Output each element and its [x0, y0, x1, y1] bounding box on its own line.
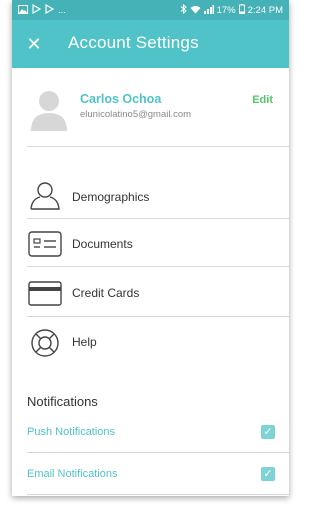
close-button[interactable]: ✕ — [22, 32, 46, 56]
divider — [27, 218, 289, 219]
menu-item-documents[interactable]: Documents — [12, 223, 289, 267]
menu-item-label: Credit Cards — [72, 286, 140, 300]
profile-email: elunicolatino5@gmail.com — [80, 109, 192, 120]
wifi-icon — [190, 5, 201, 17]
play-store-icon — [32, 3, 42, 17]
credit-card-icon — [28, 279, 62, 309]
edit-profile-button[interactable]: Edit — [252, 94, 273, 106]
battery-percent: 17% — [216, 5, 236, 16]
person-outline-icon — [28, 181, 62, 211]
divider — [27, 452, 289, 453]
menu-item-demographics[interactable]: Demographics — [12, 176, 289, 220]
play-store-icon — [45, 3, 55, 17]
notifications-heading: Notifications — [27, 394, 98, 409]
status-ellipsis: ... — [58, 5, 66, 16]
status-bar: ... 17% 2:24 PM — [12, 0, 289, 20]
phone-frame: ... 17% 2:24 PM ✕ Account Settings Carlo… — [12, 0, 289, 496]
checkbox-checked-icon[interactable]: ✓ — [261, 467, 275, 481]
id-card-icon — [28, 230, 62, 260]
battery-icon — [238, 4, 245, 17]
status-time: 2:24 PM — [247, 5, 283, 16]
menu-item-label: Help — [72, 335, 97, 349]
status-right: 17% 2:24 PM — [180, 3, 283, 17]
page-title: Account Settings — [68, 33, 199, 52]
email-notifications-toggle[interactable]: Email Notifications ✓ — [12, 456, 289, 496]
image-icon — [18, 4, 28, 17]
divider — [27, 146, 289, 147]
checkbox-checked-icon[interactable]: ✓ — [261, 425, 275, 439]
close-icon: ✕ — [26, 34, 42, 54]
toggle-label: Push Notifications — [27, 426, 116, 438]
menu-item-label: Demographics — [72, 190, 150, 204]
divider — [27, 316, 289, 317]
toggle-label: Email Notifications — [27, 468, 118, 480]
avatar — [30, 89, 68, 131]
menu-item-help[interactable]: Help — [12, 321, 289, 365]
app-bar: ✕ Account Settings — [12, 20, 289, 68]
divider — [27, 494, 289, 495]
signal-icon — [203, 4, 214, 17]
profile-name: Carlos Ochoa — [80, 92, 162, 106]
push-notifications-toggle[interactable]: Push Notifications ✓ — [12, 414, 289, 454]
menu-item-label: Documents — [72, 237, 133, 251]
lifebuoy-icon — [28, 328, 62, 358]
status-left: ... — [18, 3, 66, 17]
divider — [27, 266, 289, 267]
menu-item-credit-cards[interactable]: Credit Cards — [12, 272, 289, 316]
bluetooth-icon — [180, 3, 187, 17]
